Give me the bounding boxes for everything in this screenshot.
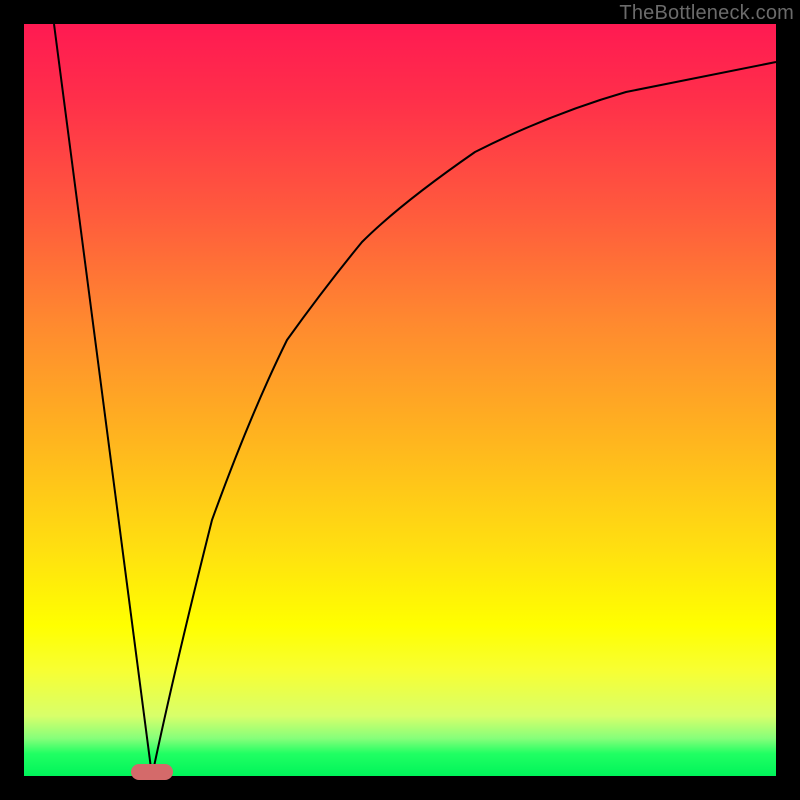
curve-right xyxy=(152,62,776,776)
watermark-text: TheBottleneck.com xyxy=(619,2,794,25)
curve-svg xyxy=(24,24,776,776)
valley-marker xyxy=(131,764,173,780)
curve-left-slope xyxy=(54,24,152,776)
chart-frame: TheBottleneck.com xyxy=(0,0,800,800)
